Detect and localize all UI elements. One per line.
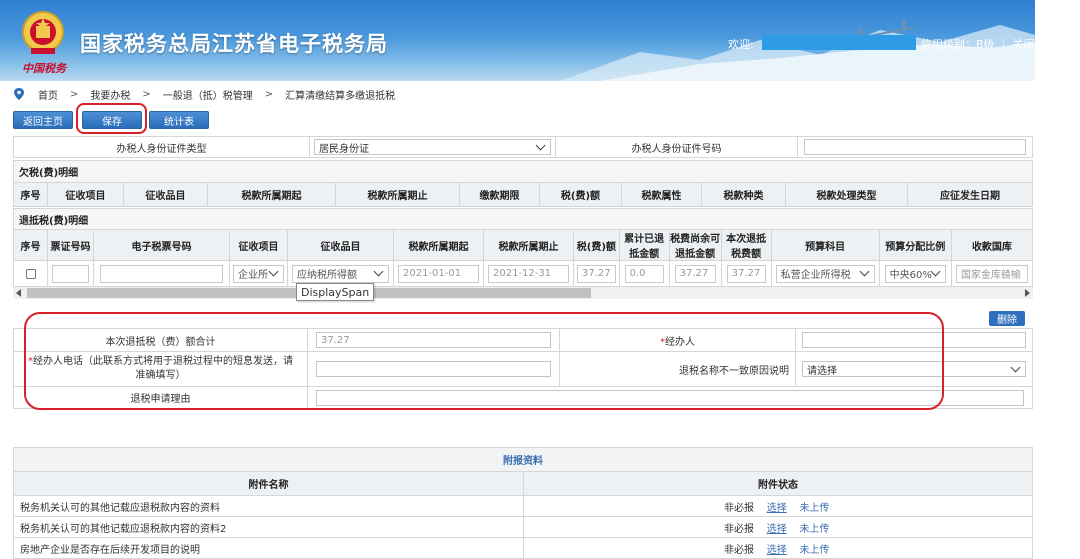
owed-col-period-end: 税款所属期止 (335, 182, 460, 207)
attachment-select-link[interactable]: 选择 (767, 503, 787, 514)
refund-col-index: 序号 (13, 229, 48, 261)
id-number-input[interactable] (804, 139, 1026, 155)
owed-col-period-start: 税款所属期起 (207, 182, 336, 207)
owed-col-index: 序号 (13, 182, 48, 207)
refund-section-title: 退抵税(费)明细 (13, 208, 1033, 230)
attachment-required: 非必报 (724, 523, 754, 535)
tax-emblem-icon (22, 11, 64, 54)
refund-col-levy-item: 征收项目 (229, 229, 288, 261)
period-end-field[interactable]: 2021-12-31 (488, 264, 569, 283)
budget-ratio-select[interactable]: 中央60% (884, 264, 946, 283)
scroll-right-icon[interactable] (1025, 289, 1030, 297)
ticket-number-input[interactable] (52, 264, 89, 283)
save-annotation-box (76, 103, 147, 134)
this-refund-field[interactable]: 37.27 (726, 264, 766, 283)
budget-subject-select[interactable]: 私营企业所得税 (775, 264, 875, 283)
attachment-state: 未上传 (799, 502, 830, 514)
table-row: 企业所 应纳税所得额 2021-01-01 2021-12-31 37.27 0… (13, 260, 1034, 287)
statistics-button[interactable]: 统计表 (149, 111, 209, 129)
amount-field[interactable]: 37.27 (577, 264, 616, 283)
breadcrumb-home[interactable]: 首页 (38, 87, 58, 102)
breadcrumb-separator: > (142, 88, 151, 100)
site-title: 国家税务总局江苏省电子税务局 (80, 32, 388, 56)
attachment-name: 房地产企业是否存在后续开发项目的说明 (13, 537, 524, 559)
owed-tax-table: 欠税(费)明细 序号 征收项目 征收品目 税款所属期起 税款所属期止 缴款期限 … (13, 160, 1033, 207)
period-start-field[interactable]: 2021-01-01 (398, 264, 479, 283)
refund-col-treasury: 收款国库 (950, 229, 1034, 261)
refund-col-refunded: 累计已退抵金额 (618, 229, 670, 261)
applicant-table: 办税人身份证件类型 居民身份证 办税人身份证件号码 (13, 136, 1033, 158)
refund-col-levy-subitem: 征收品目 (287, 229, 394, 261)
breadcrumb-tax-service[interactable]: 我要办税 (90, 87, 130, 102)
credit-level[interactable]: 信用级别：B级 ｜ 关闭 (921, 36, 1035, 52)
chevron-down-icon (1010, 362, 1021, 372)
owed-col-occur-date: 应征发生日期 (907, 182, 1033, 207)
table-row: 税务机关认可的其他记载应退税款内容的资料2 非必报 选择 未上传 (13, 516, 1033, 538)
breadcrumb-current: 汇算清缴结算多缴退抵税 (285, 90, 396, 102)
delete-button[interactable]: 删除 (989, 311, 1025, 326)
id-type-label: 办税人身份证件类型 (13, 136, 310, 158)
attachment-state: 未上传 (799, 523, 830, 535)
table-row: 税务机关认可的其他记载应退税款内容的资料 非必报 选择 未上传 (13, 495, 1033, 517)
breadcrumb-separator: > (264, 88, 274, 100)
attachments-col-status: 附件状态 (523, 471, 1033, 496)
refund-col-remaining: 税费尚余可退抵金额 (668, 229, 722, 261)
id-type-select[interactable]: 居民身份证 (314, 139, 551, 155)
levy-subitem-select[interactable]: 应纳税所得额 (292, 264, 389, 283)
scroll-left-icon[interactable] (16, 289, 21, 297)
refund-col-budget-subject: 预算科目 (770, 229, 880, 261)
chevron-down-icon (373, 266, 384, 277)
refund-col-ticket: 票证号码 (47, 229, 94, 261)
chevron-down-icon (535, 140, 546, 150)
attachments-title: 附报资料 (13, 447, 1033, 472)
refund-col-this-refund: 本次退抵税费额 (720, 229, 772, 261)
attachment-name: 税务机关认可的其他记载应退税款内容的资料2 (13, 516, 524, 538)
attachments-col-name: 附件名称 (13, 471, 524, 496)
refund-col-budget-ratio: 预算分配比例 (878, 229, 952, 261)
owed-col-handling: 税款处理类型 (785, 182, 908, 207)
owed-col-levy-item: 征收项目 (47, 182, 124, 207)
username-mask (762, 35, 916, 50)
breadcrumb-refund-management[interactable]: 一般退（抵）税管理 (163, 87, 253, 102)
remaining-field[interactable]: 37.27 (674, 264, 716, 283)
attachment-select-link[interactable]: 选择 (767, 545, 787, 556)
header-banner: 中国税务 国家税务总局江苏省电子税务局 欢迎: 信用级别：B级 ｜ 关闭 (0, 0, 1035, 81)
refund-col-amount: 税(费)额 (573, 229, 620, 261)
chevron-down-icon (859, 266, 870, 277)
attachment-required: 非必报 (724, 502, 754, 514)
owed-col-amount: 税(费)额 (539, 182, 622, 207)
owed-col-attribute: 税款属性 (621, 182, 702, 207)
location-pin-icon (14, 88, 24, 100)
attachments-table: 附报资料 附件名称 附件状态 税务机关认可的其他记载应退税款内容的资料 非必报 … (13, 447, 1033, 559)
owed-col-levy-subitem: 征收品目 (123, 182, 208, 207)
owed-col-category: 税款种类 (701, 182, 786, 207)
refunded-field[interactable]: 0.0 (624, 264, 664, 283)
levy-item-select[interactable]: 企业所 (233, 264, 284, 283)
refund-col-period-start: 税款所属期起 (393, 229, 484, 261)
brand-script: 中国税务 (22, 62, 66, 75)
attachment-state: 未上传 (799, 544, 830, 556)
id-number-label: 办税人身份证件号码 (555, 136, 798, 158)
row-checkbox[interactable] (25, 268, 36, 279)
attachment-name: 税务机关认可的其他记载应退税款内容的资料 (13, 495, 524, 517)
e-ticket-number-input[interactable] (100, 264, 223, 283)
display-span-tooltip: DisplaySpan (296, 283, 375, 301)
attachment-select-link[interactable]: 选择 (767, 524, 787, 535)
horizontal-scrollbar[interactable] (13, 287, 1033, 299)
treasury-field[interactable]: 国家金库赣榆 (955, 264, 1028, 283)
breadcrumb: 首页 > 我要办税 > 一般退（抵）税管理 > 汇算清缴结算多缴退抵税 (14, 87, 396, 102)
owed-col-due: 缴款期限 (459, 182, 540, 207)
refund-col-period-end: 税款所属期止 (483, 229, 574, 261)
summary-annotation-box (24, 312, 944, 410)
refund-tax-table: 退抵税(费)明细 序号 票证号码 电子税票号码 征收项目 征收品目 税款所属期起… (13, 208, 1034, 287)
attachment-required: 非必报 (724, 544, 754, 556)
owed-section-title: 欠税(费)明细 (13, 160, 1033, 183)
refund-col-e-ticket: 电子税票号码 (93, 229, 230, 261)
chevron-down-icon (268, 266, 279, 277)
table-row: 房地产企业是否存在后续开发项目的说明 非必报 选择 未上传 (13, 537, 1033, 559)
home-button[interactable]: 返回主页 (13, 111, 73, 129)
breadcrumb-separator: > (70, 88, 79, 100)
welcome-text: 欢迎: (728, 38, 754, 51)
